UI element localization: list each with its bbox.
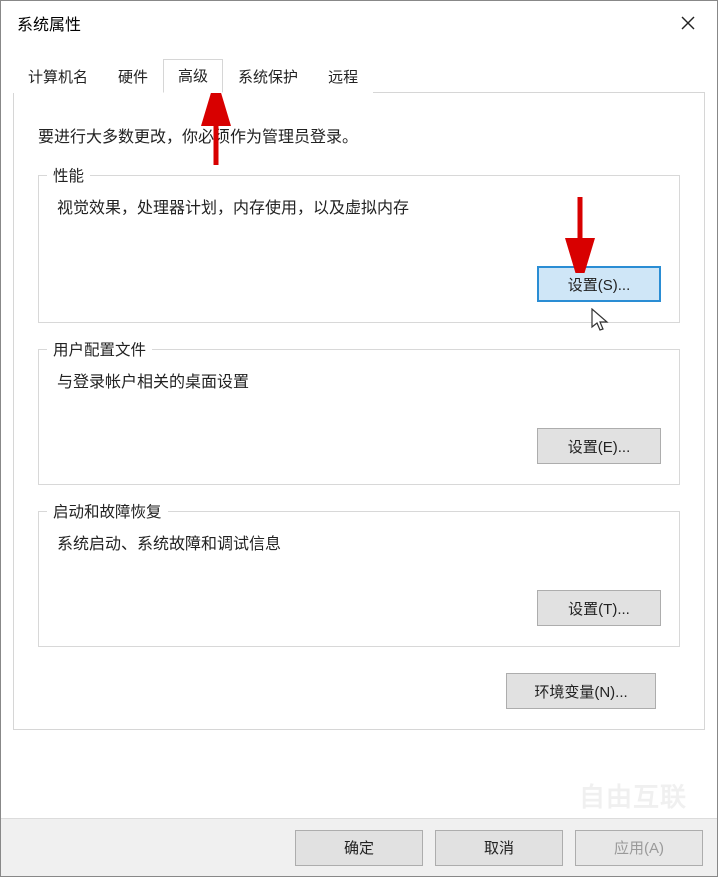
tab-system-protection[interactable]: 系统保护: [223, 60, 313, 93]
admin-note: 要进行大多数更改，你必须作为管理员登录。: [38, 123, 680, 147]
close-icon: [681, 16, 695, 30]
performance-desc: 视觉效果，处理器计划，内存使用，以及虚拟内存: [57, 194, 661, 218]
system-properties-window: 系统属性 计算机名 硬件 高级 系统保护 远程 要进行大多数更改，你必须作为管理…: [0, 0, 718, 877]
dialog-button-row: 确定 取消 应用(A): [1, 818, 717, 876]
tab-hardware[interactable]: 硬件: [103, 60, 163, 93]
startup-recovery-group: 启动和故障恢复 系统启动、系统故障和调试信息 设置(T)...: [38, 511, 680, 647]
apply-button[interactable]: 应用(A): [575, 830, 703, 866]
titlebar: 系统属性: [1, 1, 717, 45]
close-button[interactable]: [659, 1, 717, 45]
ok-button[interactable]: 确定: [295, 830, 423, 866]
startup-recovery-legend: 启动和故障恢复: [47, 500, 168, 522]
cancel-button[interactable]: 取消: [435, 830, 563, 866]
user-profiles-desc: 与登录帐户相关的桌面设置: [57, 368, 661, 392]
environment-variables-button[interactable]: 环境变量(N)...: [506, 673, 656, 709]
tab-panel-advanced: 要进行大多数更改，你必须作为管理员登录。 性能 视觉效果，处理器计划，内存使用，…: [13, 93, 705, 730]
tab-remote[interactable]: 远程: [313, 60, 373, 93]
tab-strip: 计算机名 硬件 高级 系统保护 远程: [13, 61, 705, 93]
window-title: 系统属性: [17, 11, 81, 35]
client-area: 计算机名 硬件 高级 系统保护 远程 要进行大多数更改，你必须作为管理员登录。 …: [1, 45, 717, 730]
env-var-row: 环境变量(N)...: [38, 673, 656, 709]
performance-legend: 性能: [47, 164, 90, 186]
startup-recovery-settings-button[interactable]: 设置(T)...: [537, 590, 661, 626]
startup-recovery-desc: 系统启动、系统故障和调试信息: [57, 530, 661, 554]
user-profiles-settings-button[interactable]: 设置(E)...: [537, 428, 661, 464]
performance-group: 性能 视觉效果，处理器计划，内存使用，以及虚拟内存 设置(S)...: [38, 175, 680, 323]
watermark: 自由互联: [579, 777, 687, 814]
user-profiles-legend: 用户配置文件: [47, 338, 152, 360]
tab-advanced[interactable]: 高级: [163, 59, 223, 93]
performance-settings-button[interactable]: 设置(S)...: [537, 266, 661, 302]
user-profiles-group: 用户配置文件 与登录帐户相关的桌面设置 设置(E)...: [38, 349, 680, 485]
tab-computer-name[interactable]: 计算机名: [13, 60, 103, 93]
